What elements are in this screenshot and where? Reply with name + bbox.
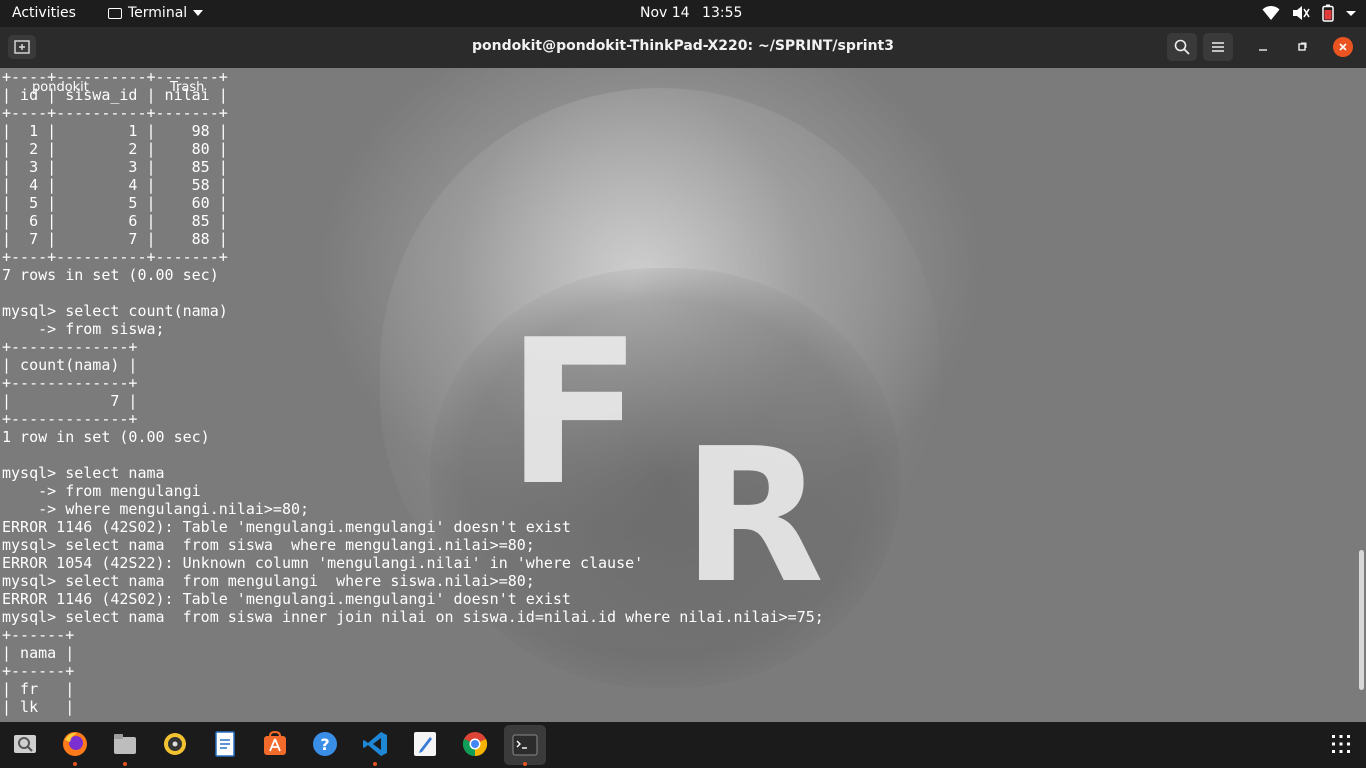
clock-date: Nov 14 <box>640 5 690 21</box>
terminal-header-bar: pondokit@pondokit-ThinkPad-X220: ~/SPRIN… <box>0 27 1366 68</box>
text-editor-icon <box>414 732 436 756</box>
dock-firefox[interactable] <box>60 729 90 759</box>
help-icon: ? <box>313 732 337 756</box>
terminal-view[interactable]: F R pondokit Trash +----+----------+----… <box>0 68 1366 722</box>
terminal-line: +-------------+ <box>2 410 138 428</box>
running-indicator <box>123 762 127 766</box>
app-menu-label: Terminal <box>128 5 188 21</box>
terminal-output[interactable]: +----+----------+-------+ | id | siswa_i… <box>2 68 824 716</box>
running-indicator <box>373 762 377 766</box>
files-icon <box>114 734 136 754</box>
help-glyph: ? <box>320 735 329 754</box>
wifi-icon[interactable] <box>1262 5 1280 21</box>
software-center-icon <box>264 731 286 755</box>
dock-files[interactable] <box>110 729 140 759</box>
system-tray[interactable] <box>1262 4 1356 22</box>
minimize-button[interactable] <box>1253 37 1273 57</box>
dock-screenshot[interactable] <box>10 729 40 759</box>
terminal-line: +------+ <box>2 626 75 644</box>
terminal-line: ERROR 1146 (42S02): Table 'mengulangi.me… <box>2 518 571 536</box>
dock-terminal[interactable] <box>504 725 546 765</box>
firefox-icon <box>63 732 87 756</box>
terminal-line: | 7 | 7 | 88 | <box>2 230 228 248</box>
maximize-button[interactable] <box>1292 37 1312 57</box>
battery-icon[interactable] <box>1322 4 1334 22</box>
dock-show-applications[interactable] <box>1326 729 1356 759</box>
window-title: pondokit@pondokit-ThinkPad-X220: ~/SPRIN… <box>472 38 894 54</box>
hamburger-menu-icon <box>1212 42 1224 52</box>
running-indicator <box>523 762 527 766</box>
terminal-line: +----+----------+-------+ <box>2 104 228 122</box>
activities-button[interactable]: Activities <box>12 5 76 21</box>
terminal-line: ERROR 1146 (42S02): Table 'mengulangi.me… <box>2 590 571 608</box>
clock-time: 13:55 <box>702 5 743 21</box>
chevron-down-icon <box>193 10 204 16</box>
terminal-line: -> from siswa; <box>2 320 165 338</box>
dock-rhythmbox[interactable] <box>160 729 190 759</box>
terminal-line: | 5 | 5 | 60 | <box>2 194 228 212</box>
terminal-line: | nama | <box>2 644 75 662</box>
terminal-line: | 4 | 4 | 58 | <box>2 176 228 194</box>
terminal-line: -> from mengulangi <box>2 482 201 500</box>
terminal-line: | 2 | 2 | 80 | <box>2 140 228 158</box>
dock: ? <box>0 722 1366 768</box>
search-button[interactable] <box>1167 33 1197 61</box>
terminal-line: mysql> select count(nama) <box>2 302 228 320</box>
dock-chrome[interactable] <box>460 729 490 759</box>
system-menu-icon[interactable] <box>1346 5 1356 21</box>
top-bar: Activities Terminal Nov 14 13:55 <box>0 0 1366 27</box>
dock-help[interactable]: ? <box>310 729 340 759</box>
terminal-line: | lk | <box>2 698 75 716</box>
close-icon <box>1339 43 1347 51</box>
dock-software[interactable] <box>260 729 290 759</box>
terminal-line: +----+----------+-------+ <box>2 248 228 266</box>
app-menu[interactable]: Terminal <box>108 5 204 21</box>
terminal-line: mysql> select nama from siswa where meng… <box>2 536 535 554</box>
dock-text-editor[interactable] <box>410 729 440 759</box>
terminal-line: +------+ <box>2 662 75 680</box>
terminal-small-icon <box>108 7 122 19</box>
dock-writer[interactable] <box>210 729 240 759</box>
show-applications-icon <box>1332 735 1350 753</box>
dock-vscode[interactable] <box>360 729 390 759</box>
terminal-line: mysql> select nama from siswa inner join… <box>2 608 824 626</box>
terminal-scrollbar[interactable] <box>1359 550 1364 690</box>
terminal-line: mysql> select nama <box>2 464 165 482</box>
terminal-line: mysql> select nama from mengulangi where… <box>2 572 535 590</box>
minimize-icon <box>1259 49 1267 51</box>
terminal-line: +-------------+ <box>2 374 138 392</box>
terminal-line: 7 rows in set (0.00 sec) <box>2 266 219 284</box>
terminal-line: | 7 | <box>2 392 138 410</box>
chrome-icon <box>462 732 488 757</box>
rhythmbox-icon <box>164 733 186 755</box>
terminal-line: -> where mengulangi.nilai>=80; <box>2 500 310 518</box>
search-icon <box>1174 39 1190 55</box>
volume-icon[interactable] <box>1292 5 1310 21</box>
close-button[interactable] <box>1333 37 1353 57</box>
screenshot-tool-icon <box>14 735 36 753</box>
maximize-icon <box>1298 42 1307 51</box>
terminal-icon <box>512 734 538 756</box>
terminal-line: ERROR 1054 (42S22): Unknown column 'meng… <box>2 554 644 572</box>
running-indicator <box>73 762 77 766</box>
terminal-line: 1 row in set (0.00 sec) <box>2 428 210 446</box>
menu-button[interactable] <box>1203 33 1233 61</box>
terminal-line: | 3 | 3 | 85 | <box>2 158 228 176</box>
terminal-line: | fr | <box>2 680 75 698</box>
libreoffice-writer-icon <box>215 731 235 757</box>
vscode-icon <box>363 732 387 756</box>
terminal-line: | 6 | 6 | 85 | <box>2 212 228 230</box>
clock[interactable]: Nov 14 13:55 <box>640 5 742 21</box>
terminal-line: | id | siswa_id | nilai | <box>2 86 228 104</box>
terminal-line: | count(nama) | <box>2 356 138 374</box>
terminal-line: +-------------+ <box>2 338 138 356</box>
terminal-line: +----+----------+-------+ <box>2 68 228 86</box>
terminal-line: | 1 | 1 | 98 | <box>2 122 228 140</box>
